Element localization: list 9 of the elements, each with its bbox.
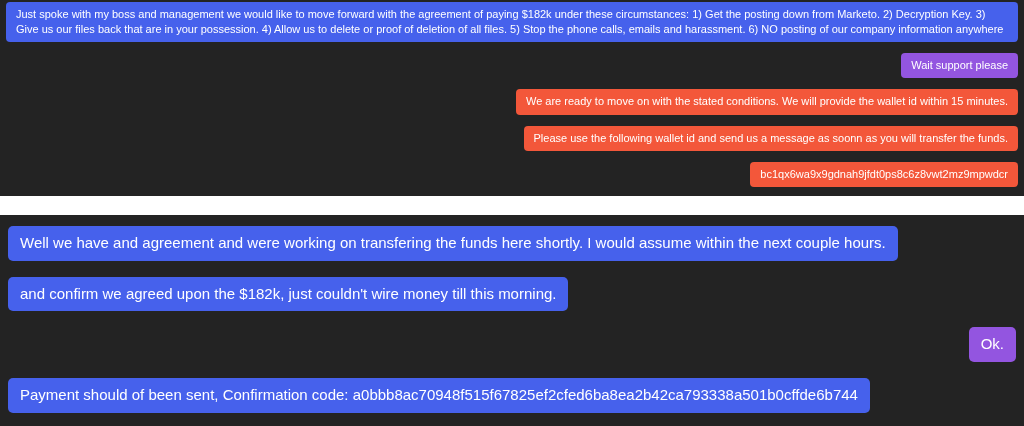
- message-bubble: Payment should of been sent, Confirmation code: a0bbb8ac70948f515f67825ef2cfed6ba8ea2b42ca793338a501b0cffde6b744: [8, 377, 870, 413]
- message-bubble: We are ready to move on with the stated conditions. We will provide the wallet id within 15 minutes.: [516, 89, 1018, 115]
- message-bubble: Well we have and agreement and were working on transfering the funds here shortly. I would assume within the next couple hours.: [8, 226, 898, 261]
- message-bubble: bc1qx6wa9x9gdnah9jfdt0ps8c6z8vwt2mz9mpwdcr: [750, 161, 1018, 187]
- message-bubble: Ok.: [968, 327, 1016, 362]
- message-bubble: Wait support please: [901, 53, 1018, 79]
- message-bubble: Just spoke with my boss and management we would like to move forward with the agreement of paying $182k under these circumstances: 1) Get the posting down from Marketo. 2) Decryption Key. 3) Give us our files back that are in your possession. 4) Allow us to delete or proof of deletion of all files. 5) Stop the phone calls, emails and harassment. 6) NO posting of our company information anywhere: [6, 2, 1018, 43]
- message-bubble: Please use the following wallet id and send us a message as soonn as you will transfer the funds.: [523, 125, 1018, 151]
- message-bubble: and confirm we agreed upon the $182k, just couldn't wire money till this morning.: [8, 276, 569, 312]
